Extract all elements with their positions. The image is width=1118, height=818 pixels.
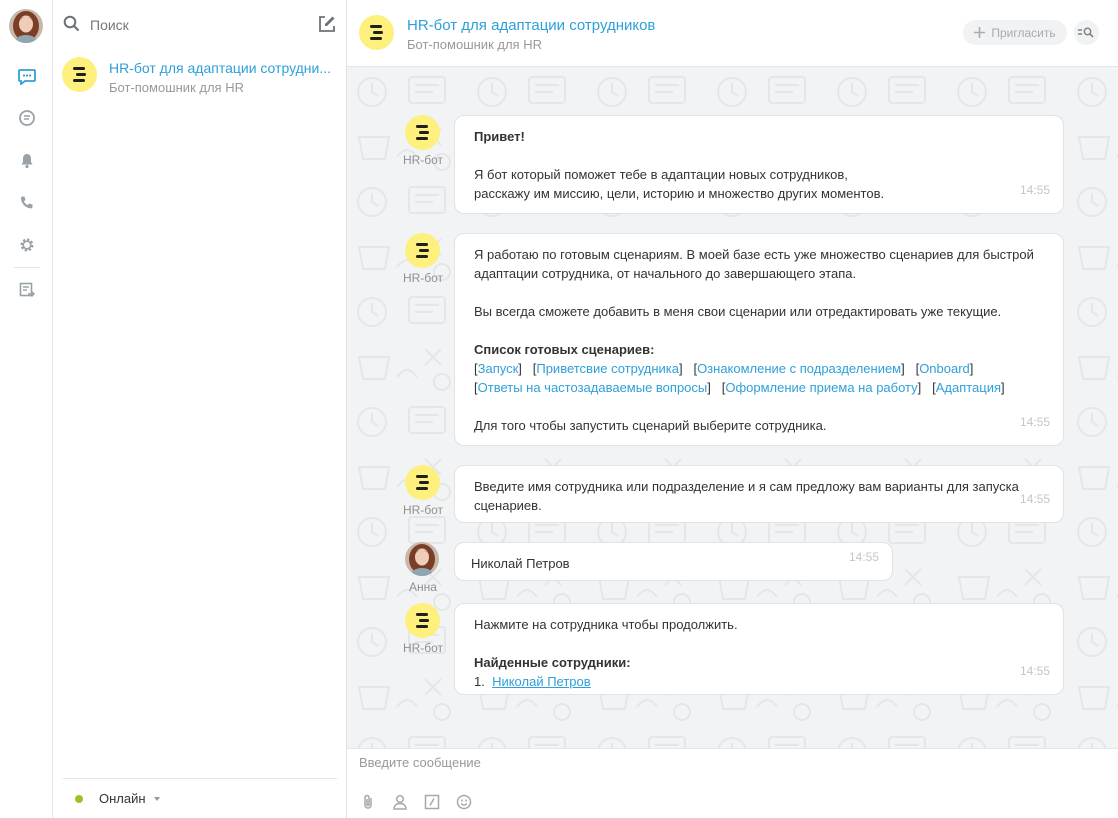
message-text: расскажу им миссию, цели, историю и множ… — [474, 186, 885, 201]
scenario-link[interactable]: Адаптация — [936, 380, 1001, 395]
scenario-link[interactable]: Оформление приема на работу — [725, 380, 917, 395]
message-author: HR-бот — [402, 271, 444, 285]
message-text: Для того чтобы запустить сценарий выбери… — [474, 418, 827, 433]
scenario-link[interactable]: Ознакомление с подразделением — [697, 361, 901, 376]
rail-divider — [14, 267, 40, 268]
search-input[interactable] — [90, 17, 270, 33]
chat-list-item[interactable]: HR-бот для адаптации сотрудни... Бот-пом… — [53, 52, 346, 102]
scenario-list-title: Список готовых сценариев: — [474, 342, 655, 357]
scenario-row: [Запуск] [Приветсвие сотрудника] [Ознако… — [474, 361, 974, 376]
message-text: Я работаю по готовым сценариям. В моей б… — [474, 247, 1034, 262]
message-input-panel — [347, 748, 1118, 818]
plus-icon — [974, 27, 986, 38]
employee-row: 1. Николай Петров — [474, 672, 1044, 691]
message-author: Анна — [409, 580, 437, 594]
message-time: 14:55 — [1019, 183, 1050, 197]
settings-icon[interactable] — [17, 235, 37, 255]
message-time: 14:55 — [1019, 492, 1050, 506]
message-author: HR-бот — [402, 641, 444, 655]
message-time: 14:55 — [848, 550, 879, 564]
notifications-icon[interactable] — [17, 151, 37, 171]
dialog-description: Бот-помошник для HR — [407, 37, 542, 52]
scenario-link[interactable]: Запуск — [478, 361, 519, 376]
message-input[interactable] — [359, 755, 1099, 779]
dialog-header: HR-бот для адаптации сотрудников Бот-пом… — [347, 0, 1118, 67]
invite-label: Пригласить — [991, 25, 1056, 40]
message-bubble: Привет! Я бот который поможет тебе в ада… — [454, 115, 1064, 214]
message-author: HR-бот — [402, 503, 444, 517]
scenario-link[interactable]: Приветсвие сотрудника — [536, 361, 679, 376]
user-icon[interactable] — [391, 793, 409, 811]
bot-avatar — [62, 57, 97, 92]
message-text: Введите имя сотрудника или подразделение… — [474, 479, 1019, 494]
left-rail — [0, 0, 53, 818]
status-label: Онлайн — [99, 791, 146, 806]
compose-icon[interactable] — [317, 14, 337, 34]
message-text: адаптации сотрудника, от начального до з… — [474, 266, 857, 281]
messages-area[interactable]: HR-бот Привет! Я бот который поможет теб… — [347, 67, 1118, 748]
export-icon[interactable] — [17, 280, 37, 300]
message-greeting: Привет! — [474, 129, 525, 144]
status-selector[interactable]: Онлайн — [63, 778, 337, 818]
bot-avatar[interactable] — [405, 603, 440, 638]
message-bubble: Я работаю по готовым сценариям. В моей б… — [454, 233, 1064, 446]
dialog: HR-бот для адаптации сотрудников Бот-пом… — [347, 0, 1118, 818]
chevron-down-icon — [153, 796, 160, 801]
message-bubble: Николай Петров 14:55 — [454, 542, 893, 581]
smile-icon[interactable] — [455, 793, 473, 811]
message-author: HR-бот — [402, 153, 444, 167]
user-avatar[interactable] — [405, 542, 439, 576]
scenario-link[interactable]: Onboard — [919, 361, 970, 376]
message-text: сценариев. — [474, 498, 542, 513]
online-status-dot — [75, 794, 83, 803]
calls-icon[interactable] — [17, 193, 37, 213]
dialog-search-button[interactable] — [1074, 20, 1099, 45]
messages-icon[interactable] — [17, 67, 37, 87]
message-bubble: Нажмите на сотрудника чтобы продолжить. … — [454, 603, 1064, 695]
scenario-link[interactable]: Ответы на частозадаваемые вопросы — [478, 380, 708, 395]
chat-item-name: HR-бот для адаптации сотрудни... — [109, 60, 332, 76]
bot-avatar[interactable] — [405, 233, 440, 268]
message-text: Я бот который поможет тебе в адаптации н… — [474, 167, 848, 182]
invite-button[interactable]: Пригласить — [963, 20, 1067, 45]
open-lines-icon[interactable] — [17, 108, 37, 128]
message-text: Николай Петров — [471, 556, 570, 571]
scenario-row: [Ответы на частозадаваемые вопросы] [Офо… — [474, 380, 1005, 395]
message-time: 14:55 — [1019, 415, 1050, 429]
message-bubble: Введите имя сотрудника или подразделение… — [454, 465, 1064, 523]
employees-list-title: Найденные сотрудники: — [474, 655, 631, 670]
message-text: Нажмите на сотрудника чтобы продолжить. — [474, 617, 738, 632]
message-text: Вы всегда сможете добавить в меня свои с… — [474, 304, 1002, 319]
bot-avatar[interactable] — [405, 465, 440, 500]
dialog-title[interactable]: HR-бот для адаптации сотрудников — [407, 17, 655, 34]
search-icon — [1078, 27, 1094, 38]
bot-avatar[interactable] — [405, 115, 440, 150]
bot-avatar[interactable] — [359, 15, 394, 50]
search-icon — [63, 15, 80, 35]
chat-list: HR-бот для адаптации сотрудни... Бот-пом… — [53, 0, 347, 818]
message-time: 14:55 — [1019, 664, 1050, 678]
attach-icon[interactable] — [359, 793, 377, 811]
command-icon[interactable] — [423, 793, 441, 811]
employee-number: 1. — [474, 674, 485, 689]
employee-link[interactable]: Николай Петров — [492, 674, 591, 689]
chat-item-subtitle: Бот-помошник для HR — [109, 80, 244, 95]
current-user-avatar[interactable] — [9, 9, 43, 43]
input-toolbar — [359, 793, 473, 811]
search-box[interactable] — [63, 12, 293, 38]
